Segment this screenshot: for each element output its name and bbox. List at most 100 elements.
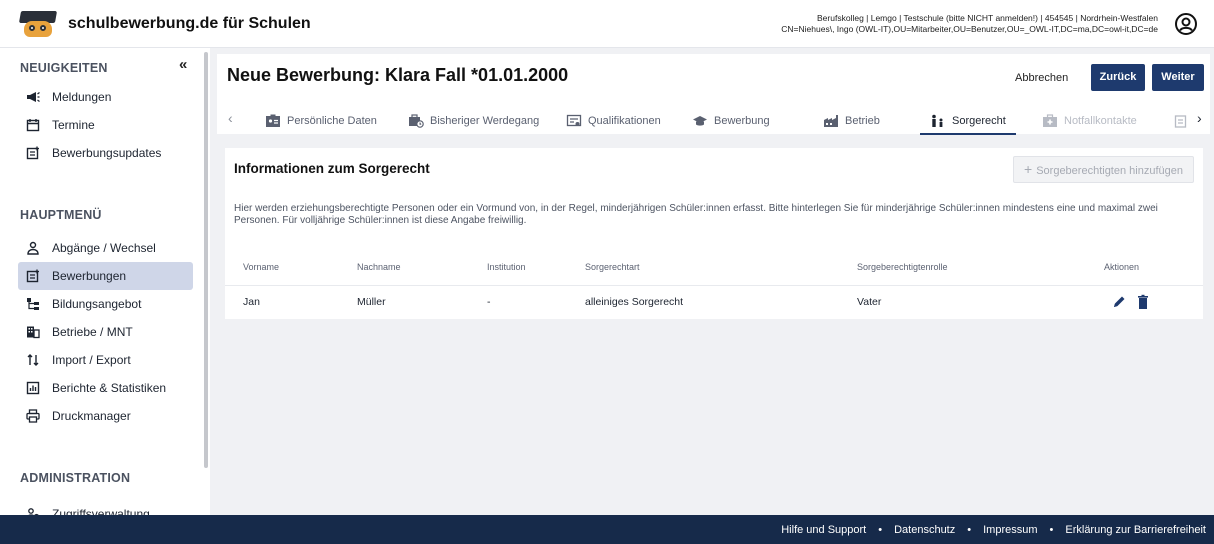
cell-institution: - [487, 296, 491, 308]
printer-icon [26, 409, 40, 423]
tab-label: Bisheriger Werdegang [430, 115, 540, 127]
factory-icon [823, 114, 839, 128]
application-header-card: Neue Bewerbung: Klara Fall *01.01.2000 A… [217, 54, 1210, 135]
import-export-icon [26, 353, 40, 367]
sidebar-item-label: Termine [52, 118, 95, 132]
custody-description: Hier werden erziehungsberechtigte Person… [234, 203, 1158, 226]
cancel-button[interactable]: Abbrechen [1015, 66, 1068, 90]
footer-link-imprint[interactable]: Impressum [983, 524, 1037, 536]
user-dn-line: CN=Niehues\, Ingo (OWL-IT),OU=Mitarbeite… [781, 23, 1158, 34]
page-title: Neue Bewerbung: Klara Fall *01.01.2000 [227, 65, 569, 85]
tab-sorgerecht[interactable]: Sorgerecht [920, 108, 1016, 135]
tab-label: Persönliche Daten [287, 115, 377, 127]
cell-rolle: Vater [857, 296, 882, 308]
school-info-line: Berufskolleg | Lemgo | Testschule (bitte… [817, 12, 1158, 23]
building-icon [26, 325, 40, 339]
tab-bisheriger-werdegang[interactable]: Bisheriger Werdegang [408, 108, 539, 134]
table-header: Vorname Nachname Institution Sorgerechta… [225, 252, 1203, 282]
tab-qualifikationen[interactable]: Qualifikationen [566, 108, 661, 134]
footer-link-accessibility[interactable]: Erklärung zur Barrierefreiheit [1065, 524, 1206, 536]
back-button[interactable]: Zurück [1091, 64, 1145, 91]
cell-nachname: Müller [357, 296, 386, 308]
certificate-icon [566, 114, 582, 128]
section-heading-news: NEUIGKEITEN [20, 61, 108, 75]
tab-label: Qualifikationen [588, 115, 661, 127]
column-header-institution[interactable]: Institution [487, 252, 526, 282]
sidebar-item-label: Meldungen [52, 90, 112, 104]
tab-label: Betrieb [845, 115, 880, 127]
tab-betrieb[interactable]: Betrieb [823, 108, 880, 134]
tab-label: Sorgerecht [952, 115, 1006, 127]
sidebar-item-termine[interactable]: Termine [18, 111, 193, 139]
add-guardian-label: Sorgeberechtigten hinzufügen [1036, 165, 1183, 177]
column-header-aktionen: Aktionen [1104, 262, 1140, 272]
sidebar-item-bewerbungsupdates[interactable]: Bewerbungsupdates [18, 139, 193, 167]
brand-title[interactable]: schulbewerbung.de für Schulen [68, 15, 311, 33]
section-heading-admin: ADMINISTRATION [20, 471, 131, 485]
column-header-vorname[interactable]: Vorname [243, 252, 279, 282]
table-row[interactable]: Jan Müller - alleiniges Sorgerecht Vater [225, 285, 1203, 317]
hierarchy-icon [26, 297, 40, 311]
footer-link-privacy[interactable]: Datenschutz [894, 524, 955, 536]
sidebar-item-label: Import / Export [52, 353, 131, 367]
sidebar-item-meldungen[interactable]: Meldungen [18, 83, 193, 111]
school-info: Berufskolleg | Lemgo | Testschule (bitte… [781, 13, 1158, 35]
id-card-icon [265, 114, 281, 128]
sidebar-item-betriebe[interactable]: Betriebe / MNT [18, 318, 193, 346]
step-tabs: ‹ Persönliche Daten Bisheriger Werdegang… [217, 102, 1210, 135]
footer: Hilfe und Support • Datenschutz • Impres… [0, 515, 1214, 544]
top-header: schulbewerbung.de für Schulen Berufskoll… [0, 0, 1214, 48]
next-tab-icon[interactable] [1174, 108, 1188, 134]
sidebar-item-druckmanager[interactable]: Druckmanager [18, 402, 193, 430]
briefcase-clock-icon [408, 114, 424, 128]
footer-separator: • [878, 523, 883, 536]
sidebar-item-abgaenge[interactable]: Abgänge / Wechsel [18, 234, 193, 262]
section-heading-main: HAUPTMENÜ [20, 208, 102, 222]
sidebar-item-label: Abgänge / Wechsel [52, 241, 156, 255]
tabs-scroll-left-icon[interactable]: ‹ [228, 110, 233, 126]
sidebar-item-berichte[interactable]: Berichte & Statistiken [18, 374, 193, 402]
tab-bewerbung[interactable]: Bewerbung [692, 108, 770, 134]
next-button[interactable]: Weiter [1152, 64, 1204, 91]
sidebar-item-label: Druckmanager [52, 409, 131, 423]
section-title: Informationen zum Sorgerecht [234, 161, 430, 176]
sidebar-item-label: Bewerbungen [52, 269, 127, 283]
footer-separator: • [1049, 523, 1054, 536]
calendar-icon [26, 118, 40, 132]
sidebar-item-bewerbungen[interactable]: Bewerbungen [18, 262, 193, 290]
cell-sorgerechtart: alleiniges Sorgerecht [585, 296, 684, 308]
edit-pencil-icon[interactable] [1111, 294, 1127, 310]
person-icon [26, 241, 40, 255]
sidebar-item-bildungsangebot[interactable]: Bildungsangebot [18, 290, 193, 318]
mascot-logo[interactable] [18, 9, 58, 39]
graduation-cap-icon [692, 114, 708, 128]
users-icon [26, 507, 40, 515]
collapse-sidebar-button[interactable]: « [179, 56, 187, 73]
custody-card: Informationen zum Sorgerecht + Sorgeberec… [225, 148, 1203, 319]
tab-notfallkontakte[interactable]: Notfallkontakte [1042, 108, 1137, 134]
column-header-sorgerechtart[interactable]: Sorgerechtart [585, 252, 640, 282]
emergency-icon [1042, 114, 1058, 128]
sidebar-item-label: Bewerbungsupdates [52, 146, 162, 160]
tabs-scroll-right-icon[interactable]: › [1197, 110, 1202, 126]
update-icon [26, 146, 40, 160]
tab-label: Notfallkontakte [1064, 115, 1137, 127]
delete-trash-icon[interactable] [1135, 294, 1151, 310]
sidebar-scrollbar[interactable] [204, 52, 208, 468]
footer-separator: • [967, 523, 972, 536]
column-header-rolle[interactable]: Sorgeberechtigtenrolle [857, 252, 948, 282]
sidebar-item-zugriffsverwaltung[interactable]: Zugriffsverwaltung [18, 500, 193, 515]
sidebar: NEUIGKEITEN « Meldungen Termine Bewerbun… [0, 48, 210, 515]
column-header-nachname[interactable]: Nachname [357, 252, 401, 282]
sidebar-item-import-export[interactable]: Import / Export [18, 346, 193, 374]
tab-persoenliche-daten[interactable]: Persönliche Daten [265, 108, 377, 134]
footer-link-help[interactable]: Hilfe und Support [781, 524, 866, 536]
tab-label: Bewerbung [714, 115, 770, 127]
sidebar-item-label: Berichte & Statistiken [52, 381, 167, 395]
application-icon [26, 269, 40, 283]
user-account-icon[interactable] [1174, 12, 1198, 36]
add-guardian-button[interactable]: + Sorgeberechtigten hinzufügen [1013, 156, 1194, 183]
megaphone-icon [26, 90, 40, 104]
plus-icon: + [1024, 161, 1033, 177]
chart-icon [26, 381, 40, 395]
